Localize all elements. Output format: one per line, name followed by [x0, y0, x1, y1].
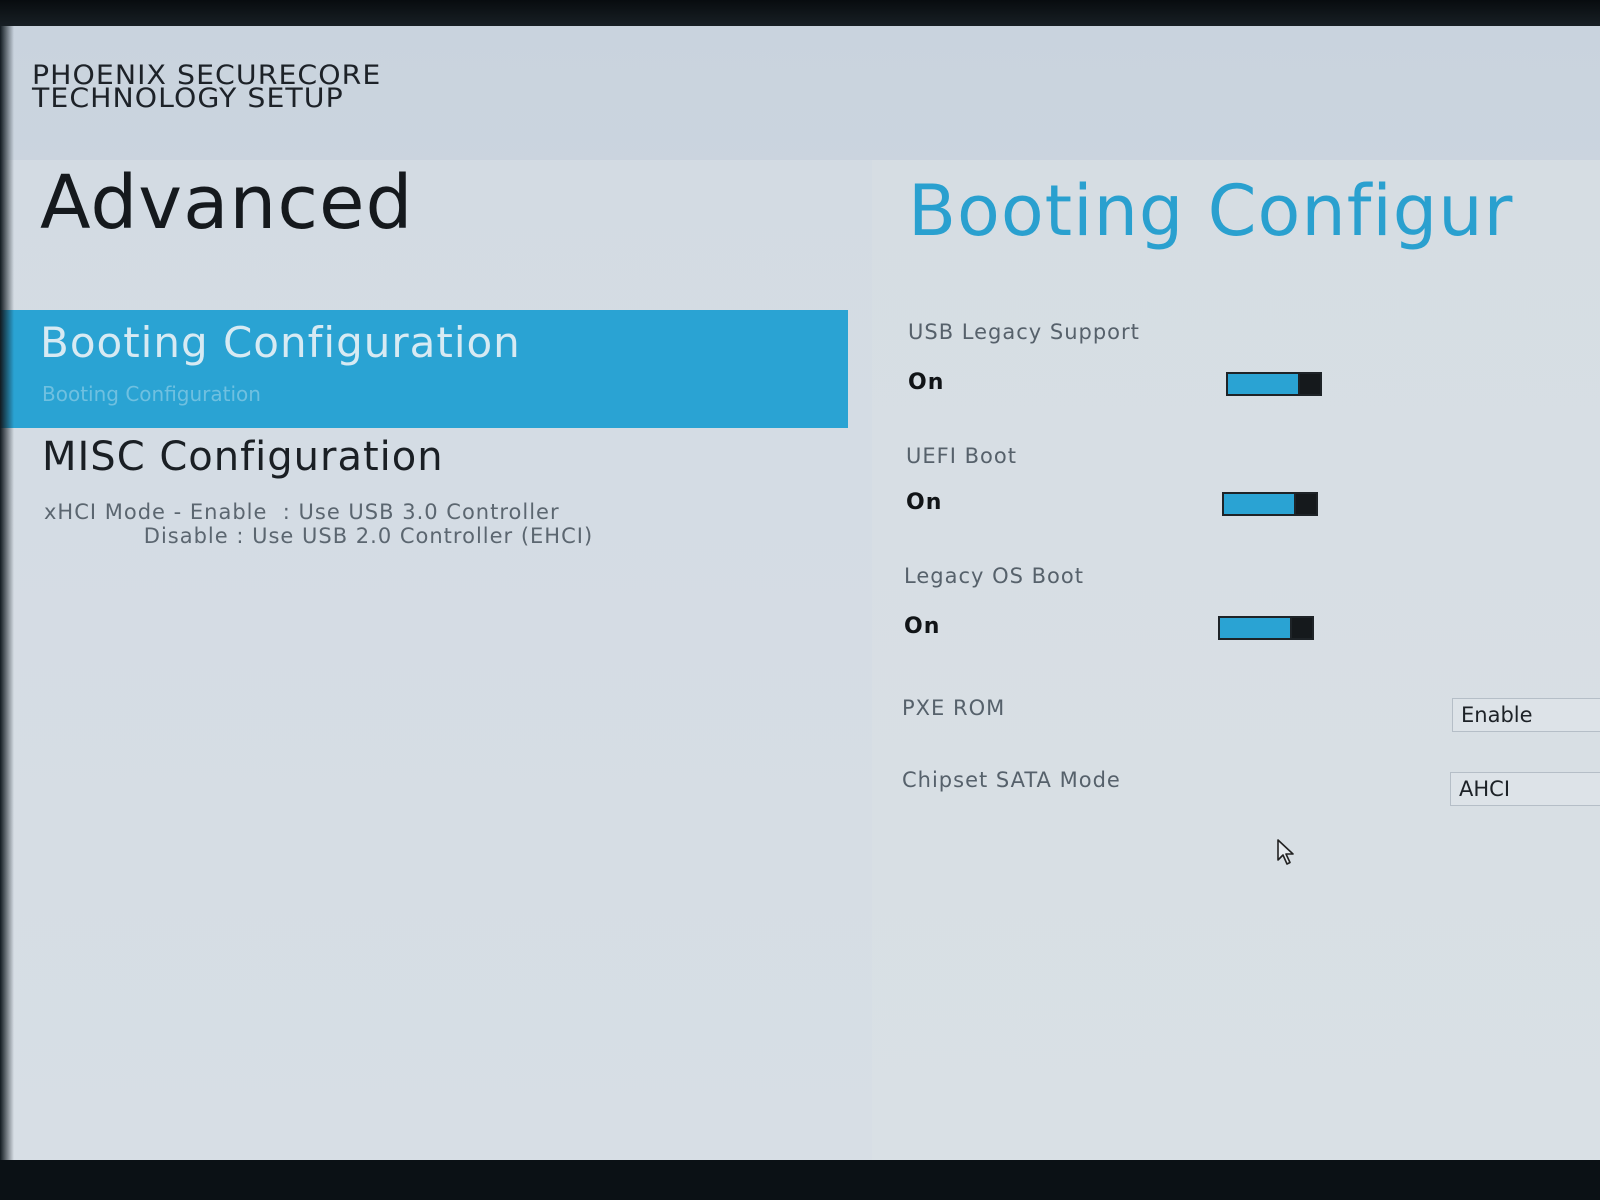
nav-desc-line-2: Disable : Use USB 2.0 Controller (EHCI): [44, 524, 594, 548]
nav-item-label: Booting Configuration: [40, 318, 521, 367]
monitor-bezel-bottom: [0, 1160, 1600, 1200]
nav-item-description: xHCI Mode - Enable : Use USB 3.0 Control…: [44, 500, 593, 548]
monitor-bezel-left: [0, 26, 14, 1160]
toggle-knob: [1296, 494, 1316, 514]
nav-item-booting-configuration[interactable]: Booting Configuration Booting Configurat…: [0, 310, 848, 428]
toggle-fill: [1220, 618, 1290, 638]
section-title: Booting Configur: [908, 170, 1514, 252]
page-title: Advanced: [40, 160, 414, 246]
bios-screen: PHOENIX SECURECORE TECHNOLOGY SETUP Adva…: [0, 26, 1600, 1160]
brand-logo-text: PHOENIX SECURECORE TECHNOLOGY SETUP: [32, 62, 381, 114]
chipset-sata-mode-label: Chipset SATA Mode: [902, 768, 1121, 792]
settings-panel: Booting Configur USB Legacy Support On U…: [872, 160, 1600, 1160]
usb-legacy-support-toggle[interactable]: [1226, 372, 1322, 396]
legacy-os-boot-toggle[interactable]: [1218, 616, 1314, 640]
toggle-fill: [1224, 494, 1294, 514]
toggle-knob: [1292, 618, 1312, 638]
chipset-sata-mode-select[interactable]: AHCI: [1450, 772, 1600, 806]
pxe-rom-label: PXE ROM: [902, 696, 1006, 720]
pxe-rom-select[interactable]: Enable: [1452, 698, 1600, 732]
usb-legacy-support-value: On: [908, 370, 945, 395]
uefi-boot-value: On: [906, 490, 943, 515]
uefi-boot-toggle[interactable]: [1222, 492, 1318, 516]
mouse-pointer-icon: [1277, 839, 1294, 865]
usb-legacy-support-label: USB Legacy Support: [908, 320, 1140, 344]
toggle-fill: [1228, 374, 1298, 394]
legacy-os-boot-label: Legacy OS Boot: [904, 564, 1084, 588]
nav-item-label: MISC Configuration: [42, 434, 444, 480]
legacy-os-boot-value: On: [904, 614, 941, 639]
uefi-boot-label: UEFI Boot: [906, 444, 1017, 468]
nav-item-misc-configuration[interactable]: MISC Configuration xHCI Mode - Enable : …: [0, 434, 848, 564]
nav-item-subtitle: Booting Configuration: [42, 382, 261, 406]
nav-desc-line-1: xHCI Mode - Enable : Use USB 3.0 Control…: [44, 500, 560, 524]
brand-line-2: TECHNOLOGY SETUP: [32, 83, 344, 114]
toggle-knob: [1300, 374, 1320, 394]
navigation-panel: Advanced Booting Configuration Booting C…: [0, 160, 872, 1160]
